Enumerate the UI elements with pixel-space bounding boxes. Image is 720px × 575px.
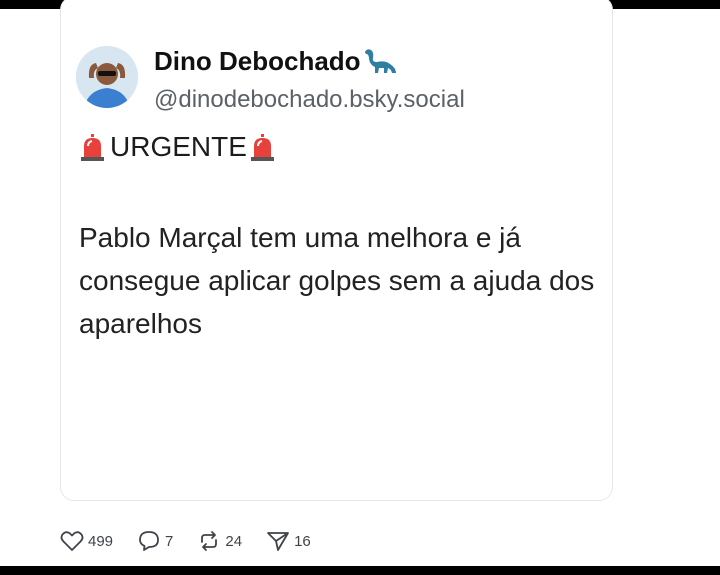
like-count: 499 xyxy=(88,532,114,550)
bottom-frame-bar xyxy=(0,566,720,575)
heart-icon xyxy=(60,531,84,551)
share-button[interactable]: 16 xyxy=(266,530,311,552)
author-name[interactable]: Dino Debochado xyxy=(154,46,397,81)
reply-button[interactable]: 7 xyxy=(137,530,173,552)
reply-count: 7 xyxy=(165,532,174,550)
send-paper-plane-icon xyxy=(267,532,289,551)
like-button[interactable]: 499 xyxy=(60,530,113,552)
share-count: 16 xyxy=(294,532,311,550)
author-name-text[interactable]: Dino Debochado xyxy=(154,46,361,76)
sauropod-dinosaur-icon xyxy=(363,48,397,81)
urgent-headline: URGENTE xyxy=(79,131,276,163)
repost-button[interactable]: 24 xyxy=(197,530,242,552)
repost-arrows-icon xyxy=(201,531,218,551)
police-siren-icon xyxy=(249,133,276,161)
urgent-label: URGENTE xyxy=(110,131,247,162)
author-handle[interactable]: @dinodebochado.bsky.social xyxy=(154,86,465,114)
repost-count: 24 xyxy=(225,532,243,550)
comment-bubble-icon xyxy=(139,531,159,551)
police-siren-icon xyxy=(79,133,106,161)
post-actions: 499 7 24 16 xyxy=(60,528,335,554)
author-avatar[interactable] xyxy=(76,46,138,108)
post-body: Pablo Marçal tem uma melhora e já conseg… xyxy=(79,222,595,339)
